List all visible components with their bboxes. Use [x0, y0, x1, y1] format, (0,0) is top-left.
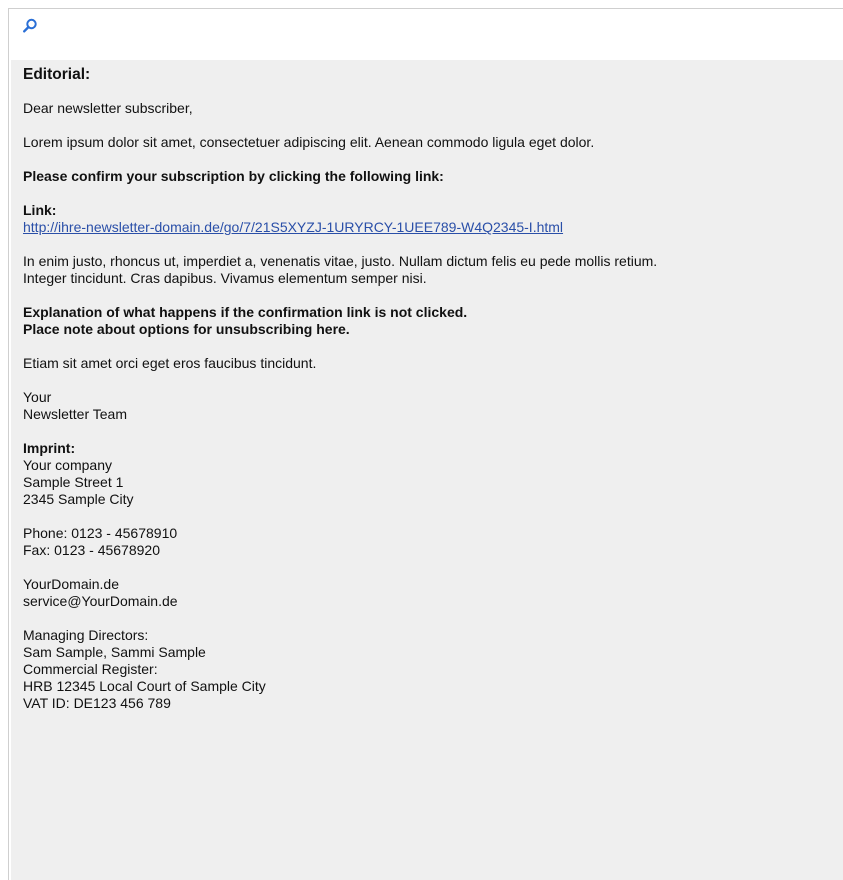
- signoff: Your Newsletter Team: [23, 389, 843, 423]
- imprint-company: Your company: [23, 457, 112, 473]
- imprint-label: Imprint:: [23, 440, 76, 456]
- explanation-line-1: Explanation of what happens if the confi…: [23, 304, 468, 320]
- signoff-line-1: Your: [23, 389, 52, 405]
- imprint-register: HRB 12345 Local Court of Sample City: [23, 678, 266, 694]
- imprint-phone: Phone: 0123 - 45678910: [23, 525, 178, 541]
- imprint-register-label: Commercial Register:: [23, 661, 158, 677]
- confirm-prompt: Please confirm your subscription by clic…: [23, 168, 444, 184]
- imprint-domain: YourDomain.de: [23, 576, 119, 592]
- imprint-vat: VAT ID: DE123 456 789: [23, 695, 171, 711]
- explanation-paragraph: Explanation of what happens if the confi…: [23, 304, 843, 338]
- closing-paragraph: Etiam sit amet orci eget eros faucibus t…: [23, 355, 317, 371]
- imprint-street: Sample Street 1: [23, 474, 124, 490]
- body-paragraph: In enim justo, rhoncus ut, imperdiet a, …: [23, 253, 843, 287]
- imprint-contact: Phone: 0123 - 45678910 Fax: 0123 - 45678…: [23, 525, 843, 559]
- signoff-line-2: Newsletter Team: [23, 406, 128, 422]
- explanation-line-2: Place note about options for unsubscribi…: [23, 321, 350, 337]
- intro-paragraph: Lorem ipsum dolor sit amet, consectetuer…: [23, 134, 595, 150]
- imprint-address: Imprint: Your company Sample Street 1 23…: [23, 440, 843, 508]
- imprint-web: YourDomain.de service@YourDomain.de: [23, 576, 843, 610]
- imprint-city: 2345 Sample City: [23, 491, 134, 507]
- link-label: Link:: [23, 202, 57, 218]
- confirmation-link[interactable]: http://ihre-newsletter-domain.de/go/7/21…: [23, 219, 843, 236]
- body-line-1: In enim justo, rhoncus ut, imperdiet a, …: [23, 253, 658, 269]
- imprint-email: service@YourDomain.de: [23, 593, 178, 609]
- newsletter-body: Editorial: Dear newsletter subscriber, L…: [11, 60, 843, 880]
- link-block: Link: http://ihre-newsletter-domain.de/g…: [23, 202, 843, 236]
- imprint-directors-label: Managing Directors:: [23, 627, 149, 643]
- body-line-2: Integer tincidunt. Cras dapibus. Vivamus…: [23, 270, 427, 286]
- greeting: Dear newsletter subscriber,: [23, 100, 193, 116]
- imprint-fax: Fax: 0123 - 45678920: [23, 542, 160, 558]
- editorial-heading: Editorial:: [23, 66, 91, 83]
- magnifier-icon[interactable]: [21, 17, 39, 35]
- imprint-directors: Sam Sample, Sammi Sample: [23, 644, 206, 660]
- imprint-legal: Managing Directors: Sam Sample, Sammi Sa…: [23, 627, 843, 712]
